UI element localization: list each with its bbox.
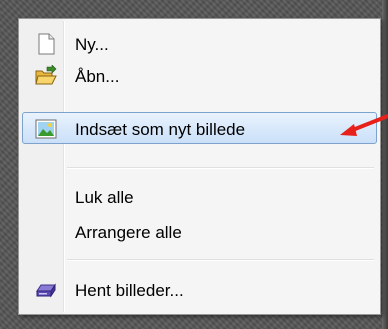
menu-item-label: Indsæt som nyt billede xyxy=(75,120,246,139)
new-document-icon xyxy=(35,33,57,55)
menu-item-close-all[interactable]: Luk alle xyxy=(22,180,377,212)
menu-item-arrange-all[interactable]: Arrangere alle xyxy=(22,215,377,247)
scanner-icon xyxy=(35,279,57,301)
paste-image-icon xyxy=(35,118,57,140)
menu-item-label: Åbn... xyxy=(75,67,120,86)
menu-item-open[interactable]: Åbn... xyxy=(22,59,377,91)
menu-item-label: Arrangere alle xyxy=(75,223,182,242)
menu-item-label: Luk alle xyxy=(75,188,134,207)
menu-separator xyxy=(67,259,374,260)
menu-item-new[interactable]: Ny... xyxy=(22,27,377,59)
menu-item-label: Ny... xyxy=(75,35,109,54)
menu-item-label: Hent billeder... xyxy=(75,281,184,300)
menu-item-paste-as-new-image[interactable]: Indsæt som nyt billede xyxy=(22,112,377,144)
window-edge xyxy=(382,0,388,329)
menu-item-acquire-images[interactable]: Hent billeder... xyxy=(22,273,377,305)
context-menu: Ny... Åbn... Indsæt som nyt billede Luk … xyxy=(18,18,381,315)
open-folder-icon xyxy=(35,64,57,87)
menu-separator xyxy=(67,167,374,168)
red-arrow-annotation xyxy=(340,114,388,136)
